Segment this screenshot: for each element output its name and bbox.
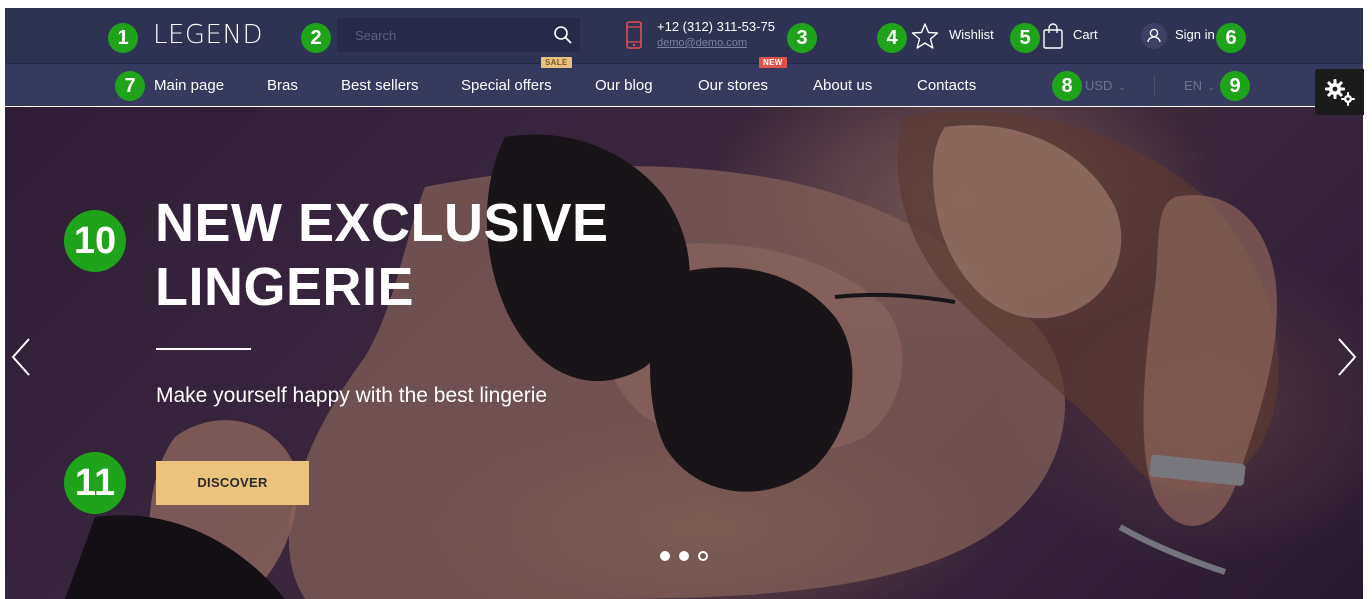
marker-10: 10 <box>64 210 126 272</box>
cart-link[interactable]: Cart <box>1073 27 1098 42</box>
marker-11: 11 <box>64 452 126 514</box>
gears-icon <box>1324 78 1356 111</box>
page-frame: LEGEND +12 (312) 311-53-75 demo@demo.com… <box>5 8 1363 599</box>
marker-8: 8 <box>1052 71 1082 101</box>
nav-item-label: Special offers <box>461 77 552 94</box>
search-box <box>337 18 580 52</box>
hero-title-line-1: NEW EXCLUSIVE <box>155 193 609 253</box>
chevron-left-icon[interactable] <box>9 335 33 379</box>
hero-overlay <box>5 107 1363 599</box>
slider-dot-1[interactable] <box>660 551 670 561</box>
phone-number[interactable]: +12 (312) 311-53-75 <box>657 19 775 34</box>
divider <box>1154 75 1155 97</box>
language-select[interactable]: EN ⌄ <box>1184 78 1215 93</box>
nav-item-contacts[interactable]: Contacts <box>917 77 976 94</box>
slider-dot-2[interactable] <box>679 551 689 561</box>
nav-item-main-page[interactable]: Main page <box>154 77 224 94</box>
top-bar: LEGEND +12 (312) 311-53-75 demo@demo.com… <box>5 8 1363 63</box>
nav-item-special-offers[interactable]: Special offers SALE <box>461 57 572 94</box>
bag-icon[interactable] <box>1042 22 1064 55</box>
marker-9: 9 <box>1220 71 1250 101</box>
marker-1: 1 <box>108 23 138 53</box>
sale-badge: SALE <box>541 57 572 68</box>
wishlist-link[interactable]: Wishlist <box>949 27 994 42</box>
marker-6: 6 <box>1216 23 1246 53</box>
chevron-right-icon[interactable] <box>1335 335 1359 379</box>
nav-item-label: Our stores <box>698 77 769 94</box>
marker-7: 7 <box>115 71 145 101</box>
chevron-down-icon: ⌄ <box>1207 82 1216 92</box>
star-icon[interactable] <box>911 22 939 55</box>
user-icon[interactable] <box>1141 23 1167 49</box>
hero-divider <box>156 348 251 350</box>
language-value: EN <box>1184 78 1203 93</box>
currency-select[interactable]: USD ⌄ <box>1085 78 1126 93</box>
settings-button[interactable] <box>1315 69 1364 115</box>
slider-dot-3[interactable] <box>698 551 708 561</box>
marker-3: 3 <box>787 23 817 53</box>
nav-item-about-us[interactable]: About us <box>813 77 872 94</box>
search-icon[interactable] <box>552 24 574 46</box>
search-input[interactable] <box>337 18 542 52</box>
new-badge: NEW <box>759 57 787 68</box>
currency-value: USD <box>1085 78 1113 93</box>
nav-item-best-sellers[interactable]: Best sellers <box>341 77 419 94</box>
discover-button[interactable]: DISCOVER <box>156 461 309 505</box>
hero-title: NEW EXCLUSIVE LINGERIE <box>155 191 609 319</box>
email-link[interactable]: demo@demo.com <box>657 37 747 49</box>
phone-icon <box>625 20 643 55</box>
nav-item-bras[interactable]: Bras <box>267 77 298 94</box>
nav-item-our-blog[interactable]: Our blog <box>595 77 653 94</box>
marker-2: 2 <box>301 23 331 53</box>
marker-4: 4 <box>877 23 907 53</box>
chevron-down-icon: ⌄ <box>1118 82 1126 92</box>
signin-link[interactable]: Sign in <box>1175 27 1215 42</box>
hero-slider: NEW EXCLUSIVE LINGERIE Make yourself hap… <box>5 107 1363 599</box>
nav-item-our-stores[interactable]: Our stores NEW <box>698 57 787 94</box>
marker-5: 5 <box>1010 23 1040 53</box>
hero-title-line-2: LINGERIE <box>155 257 415 317</box>
logo[interactable]: LEGEND <box>153 20 263 50</box>
hero-subtitle: Make yourself happy with the best linger… <box>156 384 548 407</box>
main-nav: Main page Bras Best sellers Special offe… <box>5 57 1363 106</box>
